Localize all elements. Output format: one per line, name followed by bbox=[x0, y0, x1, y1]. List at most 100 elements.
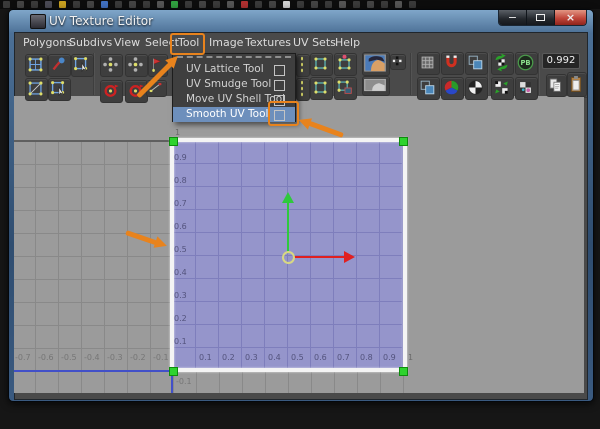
toolbar-separator bbox=[538, 53, 540, 95]
background-toolbar-icon bbox=[269, 1, 276, 8]
shell-edge-right[interactable] bbox=[403, 138, 407, 374]
minimize-icon: − bbox=[507, 10, 518, 24]
background-toolbar-icon bbox=[283, 1, 290, 8]
manipulator-u-axis[interactable] bbox=[294, 256, 344, 258]
background-toolbar-icon bbox=[17, 1, 24, 8]
uv-corner-handle-top-left[interactable] bbox=[169, 137, 178, 146]
alpha-channels-icon[interactable] bbox=[465, 77, 488, 100]
background-toolbar-icon bbox=[325, 1, 332, 8]
uv-corner-handle-top-right[interactable] bbox=[399, 137, 408, 146]
x-axis-label: 0.7 bbox=[337, 353, 350, 362]
minimize-button[interactable]: − bbox=[499, 10, 527, 25]
background-toolbar-icon bbox=[241, 1, 248, 8]
align-u-dots-icon[interactable] bbox=[296, 54, 310, 77]
tool-options-checkbox[interactable] bbox=[274, 64, 285, 76]
uv-corner-handle-bottom-left[interactable] bbox=[169, 367, 178, 376]
x-axis-label: -0.5 bbox=[61, 353, 77, 362]
menu-item-uv-lattice-tool[interactable]: UV Lattice Tool bbox=[173, 62, 295, 77]
grid-line-v1 bbox=[14, 140, 171, 142]
menu-item-label: Smooth UV Tool bbox=[186, 108, 269, 120]
manipulator-u-arrowhead[interactable] bbox=[344, 251, 355, 263]
highlight-box-tool-menu bbox=[170, 33, 205, 55]
manipulator-v-arrowhead[interactable] bbox=[282, 192, 294, 203]
layout-uv-icon[interactable] bbox=[310, 77, 333, 100]
maximize-button[interactable] bbox=[527, 10, 555, 25]
menu-subdivs[interactable]: Subdivs bbox=[69, 36, 112, 49]
background-toolbar-icon bbox=[59, 1, 66, 8]
texture-borders-icon[interactable] bbox=[417, 77, 440, 100]
bake-texture-icon[interactable] bbox=[515, 77, 538, 100]
flip-v-icon[interactable] bbox=[125, 54, 148, 77]
background-toolbar-icon bbox=[171, 1, 178, 8]
uv-corner-handle-bottom-right[interactable] bbox=[399, 367, 408, 376]
background-toolbar-icon bbox=[255, 1, 262, 8]
uv-lattice-icon[interactable] bbox=[25, 78, 48, 101]
manipulator-center-handle[interactable] bbox=[282, 251, 295, 264]
menu-view[interactable]: View bbox=[114, 36, 140, 49]
background-toolbar-icon bbox=[3, 1, 10, 8]
background-toolbar-icon bbox=[311, 1, 318, 8]
x-axis-label: 0.8 bbox=[360, 353, 373, 362]
update-psd-icon[interactable] bbox=[491, 52, 514, 75]
y-axis-label: 0.5 bbox=[174, 245, 187, 254]
background-toolbar-icon bbox=[45, 1, 52, 8]
uv-select-shell-icon[interactable] bbox=[48, 78, 71, 101]
align-uv-max-icon[interactable] bbox=[334, 53, 357, 76]
x-axis-label: -0.6 bbox=[38, 353, 54, 362]
window-title: UV Texture Editor bbox=[49, 14, 154, 28]
layout-uv-shell-icon[interactable] bbox=[334, 77, 357, 100]
x-axis-label: 1 bbox=[408, 353, 414, 362]
background-toolbar-icon bbox=[297, 1, 304, 8]
smooth-uv-value-field[interactable]: 0.992 bbox=[542, 53, 580, 69]
manipulator-v-axis[interactable] bbox=[287, 202, 289, 253]
menu-textures[interactable]: Textures bbox=[245, 36, 291, 49]
shell-edge-top[interactable] bbox=[170, 138, 407, 142]
paste-icon[interactable] bbox=[567, 72, 587, 97]
tool-options-checkbox[interactable] bbox=[274, 79, 285, 91]
close-button[interactable]: × bbox=[555, 10, 586, 25]
uv-smudge-brush-icon[interactable] bbox=[48, 54, 71, 77]
menu-uv-sets[interactable]: UV Sets bbox=[293, 36, 336, 49]
shade-uvs-icon[interactable] bbox=[465, 52, 488, 75]
paint-buffer-icon[interactable]: PB bbox=[515, 52, 538, 75]
move-uv-shell-icon[interactable] bbox=[71, 54, 94, 77]
pixel-snap-icon[interactable] bbox=[441, 52, 464, 75]
filtered-image-icon[interactable] bbox=[362, 76, 390, 96]
menu-tearoff-handle[interactable] bbox=[177, 56, 291, 61]
x-axis-label: -0.7 bbox=[15, 353, 31, 362]
background-toolbar-icon bbox=[129, 1, 136, 8]
menu-help[interactable]: Help bbox=[335, 36, 360, 49]
background-toolbar-icon bbox=[199, 1, 206, 8]
y-axis-label: 0.3 bbox=[174, 291, 187, 300]
background-toolbar-icon bbox=[143, 1, 150, 8]
menu-item-label: UV Lattice Tool bbox=[186, 63, 264, 75]
swap-buffer-icon[interactable] bbox=[491, 77, 514, 100]
copy-icon[interactable] bbox=[546, 74, 567, 97]
menu-item-uv-smudge-tool[interactable]: UV Smudge Tool bbox=[173, 77, 295, 92]
background-toolbar-icon bbox=[101, 1, 108, 8]
menu-polygons[interactable]: Polygons bbox=[23, 36, 72, 49]
axis-line-u-zero bbox=[14, 370, 172, 372]
flip-u-icon[interactable] bbox=[100, 54, 123, 77]
x-axis-label: 0.4 bbox=[268, 353, 281, 362]
align-uv-min-icon[interactable] bbox=[310, 53, 333, 76]
y-axis-label-below-origin: -0.1 bbox=[176, 377, 192, 386]
maximize-icon bbox=[536, 14, 545, 21]
background-toolbar-icon bbox=[367, 1, 374, 8]
align-v-dots-icon[interactable] bbox=[296, 78, 310, 101]
background-toolbar-icon bbox=[227, 1, 234, 8]
rgb-channels-icon[interactable] bbox=[441, 77, 464, 100]
rotate-ccw-icon[interactable] bbox=[100, 80, 123, 103]
display-image-icon[interactable] bbox=[362, 52, 390, 76]
uv-move-component-icon[interactable] bbox=[25, 54, 48, 77]
dim-image-icon[interactable] bbox=[390, 54, 406, 70]
uv-editor-canvas[interactable]: -0.7 -0.6 -0.5 -0.4 -0.3 -0.2 -0.1 0.1 0.2 0.3 0.4… bbox=[14, 96, 584, 393]
menu-image[interactable]: Image bbox=[209, 36, 243, 49]
svg-text:PB: PB bbox=[520, 59, 530, 67]
background-toolbar-icon bbox=[115, 1, 122, 8]
y-axis-label: 0.7 bbox=[174, 199, 187, 208]
grid-icon[interactable] bbox=[417, 52, 440, 75]
window-app-icon bbox=[30, 14, 46, 29]
shell-edge-bottom[interactable] bbox=[170, 368, 407, 372]
menu-bar: Polygons Subdivs View Select Tool Image Textur… bbox=[15, 33, 587, 54]
